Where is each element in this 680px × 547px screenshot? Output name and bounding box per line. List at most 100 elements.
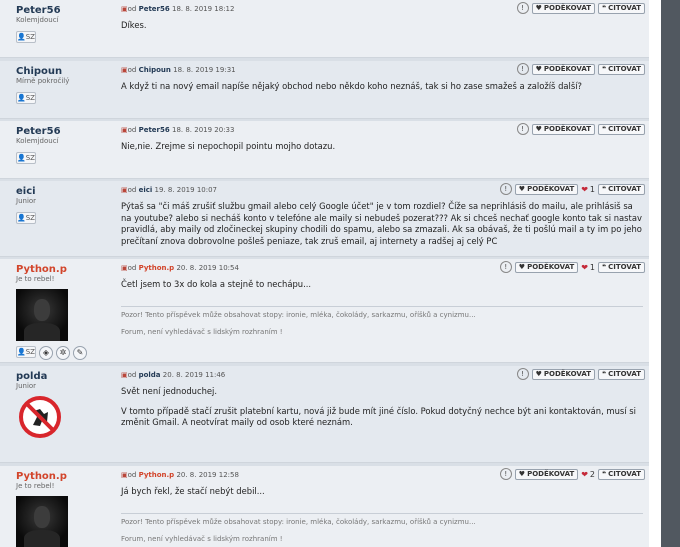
- thumbs-up-icon: ♥: [535, 124, 542, 133]
- post: eici Junior 👤SZ ▣od eici 19. 8. 2019 10:…: [0, 181, 649, 257]
- username[interactable]: Chipoun: [16, 66, 106, 77]
- avatar: [16, 496, 68, 547]
- quote-button[interactable]: ❝ CITOVAT: [598, 261, 645, 273]
- post-profile: Peter56 Kolemjdoucí 👤SZ: [16, 5, 106, 43]
- post-date: 20. 8. 2019 10:54: [176, 264, 239, 272]
- quote-icon: ❝: [602, 469, 607, 478]
- quote-button[interactable]: ❝ CITOVAT: [598, 368, 645, 380]
- user-badges: 👤SZ ◈ ✲ ✎: [16, 346, 87, 360]
- username[interactable]: Peter56: [16, 126, 106, 137]
- thank-button[interactable]: ♥ PODĚKOVAT: [531, 123, 596, 135]
- report-icon[interactable]: !: [499, 261, 512, 273]
- thank-button[interactable]: ♥ PODĚKOVAT: [514, 468, 579, 480]
- post-icon: ▣: [121, 126, 128, 134]
- user-rank: Mírně pokročilý: [16, 77, 70, 85]
- post-text: Já bych řekl, že stačí nebýt debil...: [121, 486, 265, 496]
- post-profile: polda Junior: [16, 371, 106, 438]
- private-message-button[interactable]: 👤SZ: [16, 152, 36, 164]
- avatar: [16, 289, 68, 341]
- report-icon[interactable]: !: [516, 2, 529, 14]
- page-side-panel: [661, 0, 680, 547]
- post-text: Díkes.: [121, 20, 147, 30]
- user-rank: Kolemjdoucí: [16, 137, 59, 145]
- quote-icon: ❝: [602, 64, 607, 73]
- post-actions: ! ♥ PODĚKOVAT ❝ CITOVAT: [516, 63, 645, 75]
- post-actions: ! ♥ PODĚKOVAT ❤ 1 ❝ CITOVAT: [499, 183, 645, 195]
- heart-icon: ❤: [581, 184, 588, 194]
- shield-icon: ◈: [39, 346, 53, 360]
- quote-button[interactable]: ❝ CITOVAT: [598, 2, 645, 14]
- quote-button[interactable]: ❝ CITOVAT: [598, 183, 645, 195]
- gear-icon: ✲: [56, 346, 70, 360]
- post-body: ▣od Python.p 20. 8. 2019 10:54 Četl jsem…: [121, 263, 643, 337]
- thank-button[interactable]: ♥ PODĚKOVAT: [531, 368, 596, 380]
- post-author[interactable]: Peter56: [139, 126, 170, 134]
- quote-icon: ❝: [602, 184, 607, 193]
- avatar: [19, 396, 61, 438]
- quote-button[interactable]: ❝ CITOVAT: [598, 468, 645, 480]
- thank-button[interactable]: ♥ PODĚKOVAT: [514, 183, 579, 195]
- report-icon[interactable]: !: [516, 63, 529, 75]
- post-author[interactable]: Chipoun: [139, 66, 171, 74]
- post: Chipoun Mírně pokročilý 👤SZ ▣od Chipoun …: [0, 61, 649, 119]
- post-profile: eici Junior 👤SZ: [16, 186, 106, 224]
- private-message-button[interactable]: 👤SZ: [16, 212, 36, 224]
- signature: Pozor! Tento příspěvek může obsahovat st…: [121, 517, 476, 543]
- thumbs-up-icon: ♥: [518, 469, 526, 478]
- username[interactable]: polda: [16, 371, 106, 382]
- user-rank: Junior: [16, 382, 37, 390]
- post-profile: Peter56 Kolemjdoucí 👤SZ: [16, 126, 106, 164]
- post-author[interactable]: Peter56: [139, 5, 170, 13]
- post-author[interactable]: Python.p: [139, 471, 175, 479]
- user-rank: Je to rebel!: [16, 482, 55, 490]
- report-icon[interactable]: !: [516, 123, 529, 135]
- post-icon: ▣: [121, 371, 128, 379]
- post-author[interactable]: Python.p: [139, 264, 175, 272]
- private-message-button[interactable]: 👤SZ: [16, 346, 36, 358]
- post-text: Nie,nie. Zrejme si nepochopil pointu moj…: [121, 141, 336, 151]
- private-message-button[interactable]: 👤SZ: [16, 92, 36, 104]
- signature-divider: [121, 305, 643, 307]
- bulb-icon: ✎: [73, 346, 87, 360]
- heart-icon: ❤: [581, 469, 588, 479]
- post-icon: ▣: [121, 66, 128, 74]
- user-rank: Kolemjdoucí: [16, 16, 59, 24]
- thumbs-up-icon: ♥: [535, 369, 542, 378]
- post-actions: ! ♥ PODĚKOVAT ❤ 1 ❝ CITOVAT: [499, 261, 645, 273]
- post-profile: Python.p Je to rebel! 👤SZ ◈ ✲ ✎: [16, 264, 106, 360]
- post-date: 20. 8. 2019 12:58: [176, 471, 239, 479]
- signature: Pozor! Tento příspěvek může obsahovat st…: [121, 310, 476, 336]
- quote-button[interactable]: ❝ CITOVAT: [598, 63, 645, 75]
- post: Peter56 Kolemjdoucí 👤SZ ▣od Peter56 18. …: [0, 0, 649, 58]
- post-author[interactable]: polda: [139, 371, 161, 379]
- post-icon: ▣: [121, 471, 128, 479]
- quote-icon: ❝: [602, 3, 607, 12]
- username[interactable]: eici: [16, 186, 106, 197]
- report-icon[interactable]: !: [516, 368, 529, 380]
- quote-icon: ❝: [602, 369, 607, 378]
- quote-button[interactable]: ❝ CITOVAT: [598, 123, 645, 135]
- like-count: ❤ 1: [581, 262, 596, 272]
- post-text: Četl jsem to 3x do kola a stejně to nech…: [121, 279, 312, 289]
- post-text: Svět není jednoduchej. V tomto případě s…: [121, 386, 636, 428]
- thread-list: Peter56 Kolemjdoucí 👤SZ ▣od Peter56 18. …: [0, 0, 649, 547]
- post-profile: Python.p Je to rebel!: [16, 471, 106, 547]
- username[interactable]: Python.p: [16, 264, 106, 275]
- post-author[interactable]: eici: [139, 186, 153, 194]
- post-date: 20. 8. 2019 11:46: [162, 371, 226, 379]
- private-message-button[interactable]: 👤SZ: [16, 31, 36, 43]
- report-icon[interactable]: !: [499, 183, 512, 195]
- report-icon[interactable]: !: [499, 468, 512, 480]
- like-count: ❤ 1: [581, 184, 596, 194]
- post-text: Pýtaš sa "či máš zrušiť službu gmail ale…: [121, 201, 642, 246]
- post: Python.p Je to rebel! ▣od Python.p 20. 8…: [0, 466, 649, 547]
- thank-button[interactable]: ♥ PODĚKOVAT: [531, 63, 596, 75]
- username[interactable]: Python.p: [16, 471, 106, 482]
- username[interactable]: Peter56: [16, 5, 106, 16]
- thank-button[interactable]: ♥ PODĚKOVAT: [514, 261, 579, 273]
- thank-button[interactable]: ♥ PODĚKOVAT: [531, 2, 596, 14]
- post-actions: ! ♥ PODĚKOVAT ❤ 2 ❝ CITOVAT: [499, 468, 645, 480]
- post: Peter56 Kolemjdoucí 👤SZ ▣od Peter56 18. …: [0, 121, 649, 179]
- thumbs-up-icon: ♥: [518, 184, 526, 193]
- post-date: 18. 8. 2019 19:31: [173, 66, 236, 74]
